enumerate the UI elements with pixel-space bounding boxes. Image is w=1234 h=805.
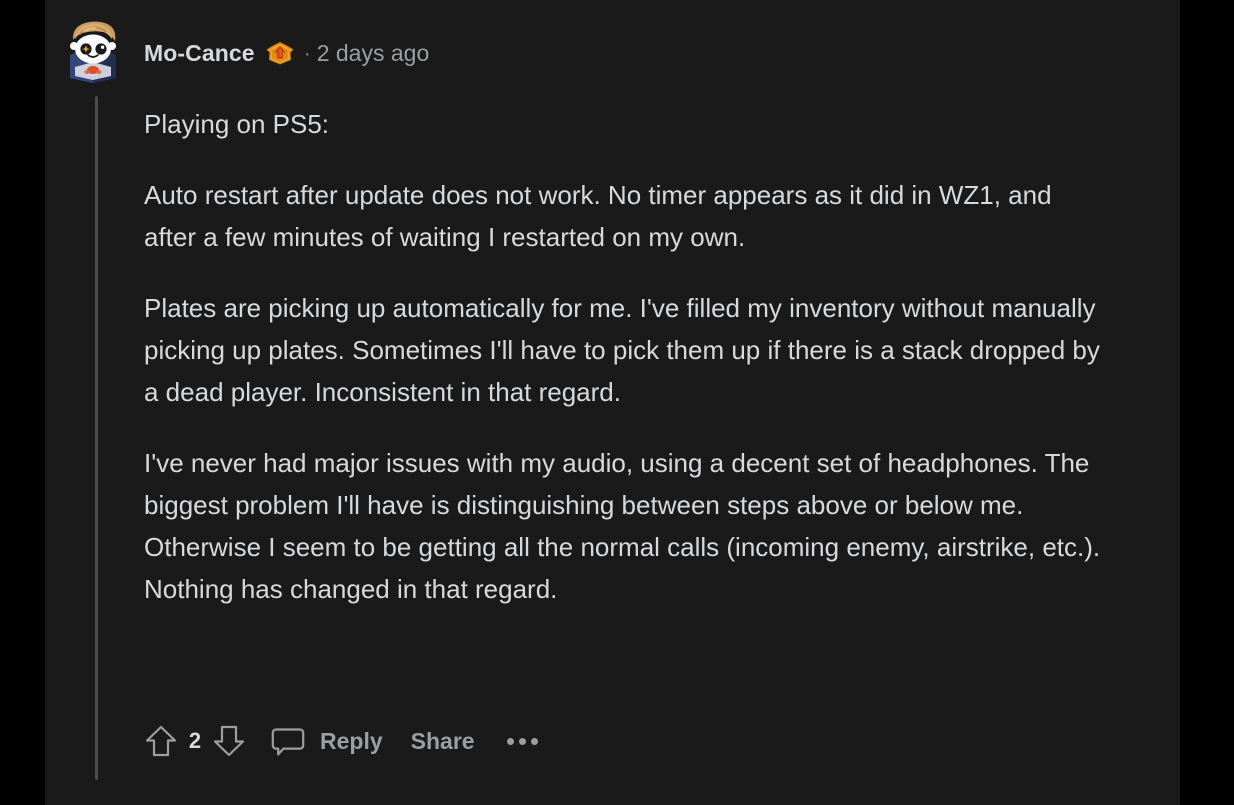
comment-paragraph: Playing on PS5:	[144, 109, 330, 139]
vote-group: 2	[143, 721, 247, 761]
comment-action-bar: 2 Reply Share	[143, 715, 540, 767]
meta-separator: ·	[303, 41, 311, 65]
more-options-button[interactable]	[505, 730, 540, 753]
comment-paragraph: I've never had major issues with my audi…	[144, 448, 1101, 604]
more-dot-icon	[530, 737, 538, 745]
reply-button[interactable]: Reply	[320, 729, 383, 753]
downvote-button[interactable]	[211, 721, 247, 761]
comment-content-pane: Mo-Cance · 2 days ago Playing on PS5: Au…	[45, 0, 1180, 805]
more-dot-icon	[518, 737, 526, 745]
comment-body: Playing on PS5: Auto restart after updat…	[144, 103, 1104, 610]
reply-comment-icon[interactable]	[269, 721, 307, 761]
comment-timestamp: 2 days ago	[316, 39, 430, 66]
screenshot-viewport: Mo-Cance · 2 days ago Playing on PS5: Au…	[0, 0, 1234, 805]
upvote-button[interactable]	[143, 721, 179, 761]
comment-header: Mo-Cance · 2 days ago	[63, 21, 429, 83]
comment-paragraph: Auto restart after update does not work.…	[144, 180, 1052, 252]
more-dot-icon	[506, 737, 514, 745]
thread-collapse-line[interactable]	[95, 96, 98, 780]
avatar[interactable]	[63, 21, 123, 83]
comment-author-name[interactable]: Mo-Cance	[144, 41, 255, 65]
author-meta-row: Mo-Cance · 2 days ago	[144, 38, 429, 68]
comment-paragraph: Plates are picking up automatically for …	[144, 293, 1100, 407]
top-commenter-badge-icon[interactable]	[265, 38, 295, 68]
comment-score: 2	[188, 728, 202, 753]
share-button[interactable]: Share	[411, 729, 475, 753]
